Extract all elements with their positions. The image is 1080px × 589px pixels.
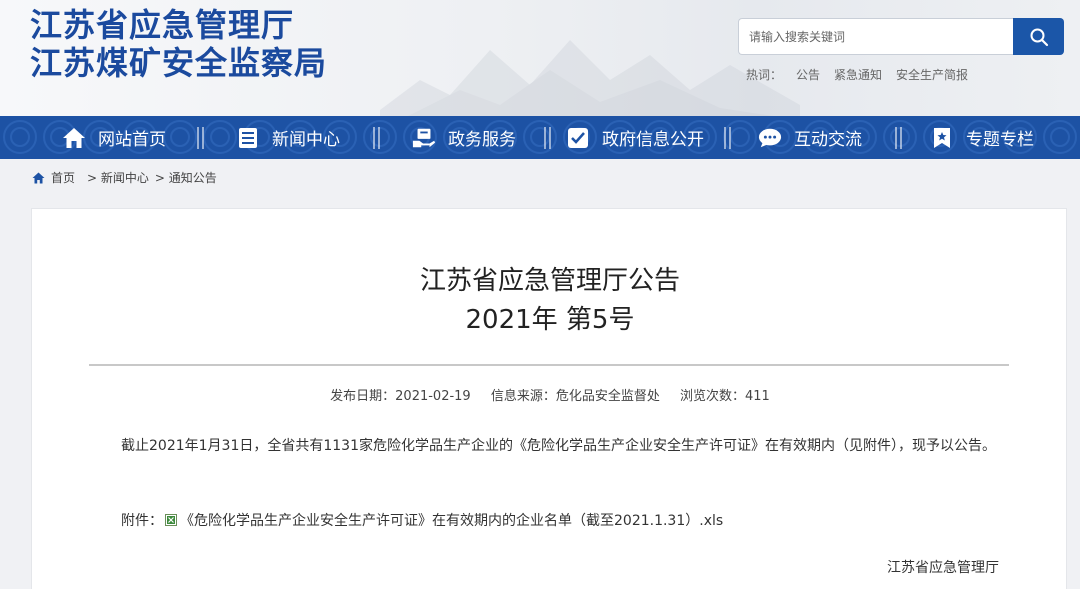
breadcrumb-news[interactable]: > 新闻中心 xyxy=(87,169,149,186)
nav-separator xyxy=(895,127,903,149)
title-divider xyxy=(89,364,1009,366)
hot-word-link[interactable]: 公告 xyxy=(796,66,820,83)
bookmark-icon xyxy=(930,126,954,150)
chat-icon xyxy=(758,126,782,150)
view-count: 浏览次数：411 xyxy=(680,389,770,404)
site-logo[interactable]: 江苏省应急管理厅 江苏煤矿安全监察局 xyxy=(30,6,327,82)
main-nav: 网站首页 新闻中心 政务服务 政府信息公开 互动交流 专题专栏 xyxy=(0,116,1080,159)
hot-word-link[interactable]: 紧急通知 xyxy=(834,66,882,83)
info-disclosure-icon xyxy=(566,126,590,150)
breadcrumb-home[interactable]: 首页 xyxy=(51,169,75,186)
home-icon xyxy=(62,126,86,150)
article-subtitle: 2021年 第5号 xyxy=(465,305,635,335)
hot-word-link[interactable]: 安全生产简报 xyxy=(896,66,968,83)
search-input[interactable] xyxy=(738,18,1014,55)
news-icon xyxy=(236,126,260,150)
landscape-decoration xyxy=(380,40,800,116)
search-button[interactable] xyxy=(1013,18,1064,55)
excel-file-icon xyxy=(165,514,177,526)
nav-item-info-disclosure[interactable]: 政府信息公开 xyxy=(566,116,704,159)
article-panel: 江苏省应急管理厅公告 2021年 第5号 发布日期：2021-02-19 信息来… xyxy=(31,208,1067,589)
nav-item-label: 专题专栏 xyxy=(966,130,1034,150)
hot-words: 热词： 公告 紧急通知 安全生产简报 xyxy=(746,66,968,83)
attachment-link[interactable]: 《危险化学品生产企业安全生产许可证》在有效期内的企业名单（截至2021.1.31… xyxy=(180,510,723,530)
nav-item-home[interactable]: 网站首页 xyxy=(62,116,166,159)
attachment-label: 附件： xyxy=(121,513,163,529)
attachment: 附件： 《危险化学品生产企业安全生产许可证》在有效期内的企业名单（截至2021.… xyxy=(121,510,723,530)
nav-item-label: 互动交流 xyxy=(794,130,862,150)
nav-separator xyxy=(544,127,552,149)
article-meta: 发布日期：2021-02-19 信息来源：危化品安全监督处 浏览次数：411 xyxy=(32,385,1068,404)
article-body: 截止2021年1月31日，全省共有1131家危险化学品生产企业的《危险化学品生产… xyxy=(121,438,996,454)
article-signature: 江苏省应急管理厅 xyxy=(887,560,999,576)
site-header: 江苏省应急管理厅 江苏煤矿安全监察局 热词： 公告 紧急通知 安全生产简报 xyxy=(0,0,1080,116)
service-icon xyxy=(412,126,436,150)
nav-item-label: 政府信息公开 xyxy=(602,130,704,150)
nav-item-service[interactable]: 政务服务 xyxy=(412,116,516,159)
nav-item-special[interactable]: 专题专栏 xyxy=(930,116,1034,159)
nav-item-interaction[interactable]: 互动交流 xyxy=(758,116,862,159)
search-box xyxy=(738,18,1064,55)
article-title: 江苏省应急管理厅公告 xyxy=(419,266,680,296)
nav-separator xyxy=(724,127,732,149)
nav-item-label: 政务服务 xyxy=(448,130,516,150)
breadcrumb-notices[interactable]: > 通知公告 xyxy=(155,169,217,186)
search-icon xyxy=(1030,28,1048,46)
logo-line1: 江苏省应急管理厅 xyxy=(30,6,295,44)
nav-separator xyxy=(373,127,381,149)
breadcrumb: 首页 > 新闻中心 > 通知公告 xyxy=(32,169,217,186)
nav-separator xyxy=(197,127,205,149)
hot-words-label: 热词： xyxy=(746,68,783,82)
nav-item-label: 新闻中心 xyxy=(272,130,340,150)
home-icon xyxy=(32,172,45,183)
logo-line2: 江苏煤矿安全监察局 xyxy=(30,44,328,82)
nav-item-news[interactable]: 新闻中心 xyxy=(236,116,340,159)
publish-date: 发布日期：2021-02-19 xyxy=(330,389,471,404)
nav-item-label: 网站首页 xyxy=(98,130,166,150)
info-source: 信息来源：危化品安全监督处 xyxy=(490,389,660,404)
